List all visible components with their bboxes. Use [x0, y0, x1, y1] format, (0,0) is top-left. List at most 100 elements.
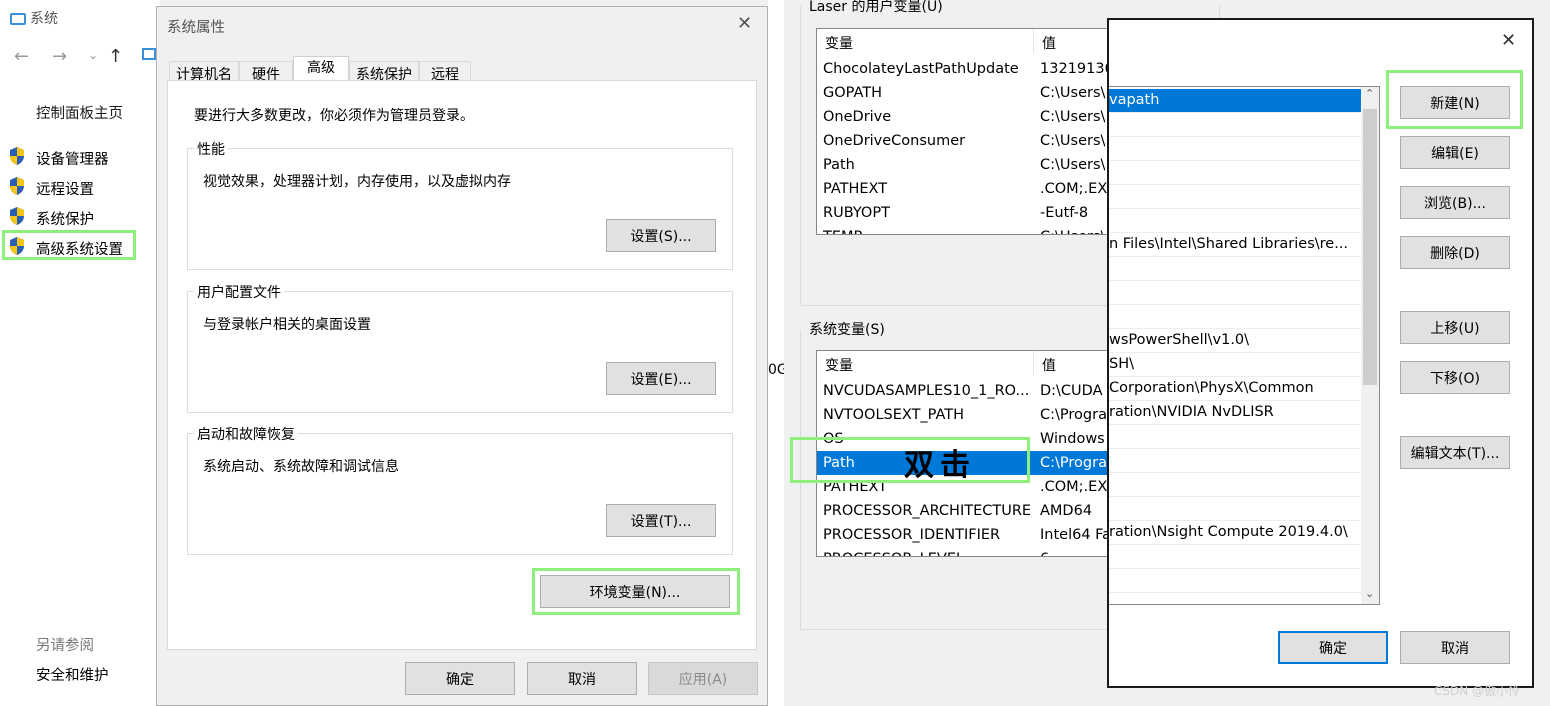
- profiles-settings-button[interactable]: 设置(E)...: [606, 362, 716, 395]
- variable-name: NVTOOLSEXT_PATH: [823, 407, 965, 423]
- edit-button[interactable]: 编辑(E): [1400, 136, 1510, 169]
- sidebar-item-label: 远程设置: [36, 182, 94, 198]
- user-profiles-desc: 与登录帐户相关的桌面设置: [203, 317, 371, 333]
- control-panel-home-link[interactable]: 控制面板主页: [36, 102, 123, 123]
- delete-button[interactable]: 删除(D): [1400, 236, 1510, 269]
- variable-value: C:\Users\: [1040, 109, 1106, 125]
- ok-button[interactable]: 确定: [1278, 631, 1388, 664]
- performance-settings-button[interactable]: 设置(S)...: [606, 219, 716, 252]
- list-item[interactable]: [1109, 497, 1361, 521]
- list-item[interactable]: [1109, 281, 1361, 305]
- variable-value: C:\Progra: [1040, 407, 1107, 423]
- list-item[interactable]: [1109, 473, 1361, 497]
- sidebar-item-remote-settings[interactable]: 远程设置: [8, 176, 94, 198]
- variable-value: 13219130: [1040, 61, 1114, 77]
- list-item[interactable]: [1109, 257, 1361, 281]
- col-name: 变量: [825, 36, 853, 52]
- path-entry-text: wsPowerShell\v1.0\: [1109, 332, 1250, 348]
- variable-value: C:\Users\: [1040, 133, 1106, 149]
- variable-name: PROCESSOR_LEVEL: [823, 547, 964, 556]
- move-up-button[interactable]: 上移(U): [1400, 311, 1510, 344]
- edit-text-button[interactable]: 编辑文本(T)...: [1400, 436, 1510, 469]
- background-strip: [1534, 0, 1550, 706]
- list-item[interactable]: n Files\Intel\Shared Libraries\re...: [1109, 233, 1361, 257]
- nav-bar: ← → ⌄ ↑: [10, 46, 160, 70]
- ok-button[interactable]: 确定: [405, 662, 515, 695]
- list-item[interactable]: ration\Nsight Compute 2019.4.0\: [1109, 521, 1361, 545]
- variable-value: C:\Users\: [1040, 225, 1105, 234]
- path-entry-text: n Files\Intel\Shared Libraries\re...: [1109, 236, 1349, 252]
- edit-path-dialog: ✕ vapath n Files\Intel\Shared Libraries\r…: [1107, 18, 1534, 688]
- variable-value: -Eutf-8: [1040, 205, 1089, 221]
- sidebar-item-system-protection[interactable]: 系统保护: [8, 206, 94, 228]
- highlight-new-button: [1386, 70, 1523, 129]
- path-entries-list[interactable]: vapath n Files\Intel\Shared Libraries\re.…: [1109, 86, 1380, 605]
- variable-name: GOPATH: [823, 85, 883, 101]
- variable-value: .COM;.EX: [1040, 181, 1108, 197]
- back-arrow-icon[interactable]: ←: [14, 46, 29, 67]
- background-strip: 0G: [768, 0, 788, 706]
- system-vars-heading: 系统变量(S): [809, 322, 885, 338]
- list-item[interactable]: ration\NVIDIA NvDLISR: [1109, 401, 1361, 425]
- chevron-down-icon[interactable]: ⌄: [88, 48, 98, 62]
- variable-name: PROCESSOR_ARCHITECTURE: [823, 503, 1032, 519]
- computer-icon: [142, 48, 156, 60]
- performance-title: 性能: [194, 139, 228, 159]
- list-item[interactable]: [1109, 209, 1361, 233]
- browse-button[interactable]: 浏览(B)...: [1400, 186, 1510, 219]
- shield-icon: [10, 177, 24, 195]
- list-item[interactable]: wsPowerShell\v1.0\: [1109, 329, 1361, 353]
- list-item[interactable]: [1109, 545, 1361, 569]
- list-item[interactable]: Corporation\PhysX\Common: [1109, 377, 1361, 401]
- col-value: 值: [1042, 358, 1056, 374]
- variable-value: .COM;.EX: [1040, 479, 1108, 495]
- variable-name: NVCUDASAMPLES10_1_RO...: [823, 383, 1030, 399]
- list-item[interactable]: vapath: [1109, 89, 1361, 113]
- variable-value: C:\Users\: [1040, 157, 1106, 173]
- list-item[interactable]: [1109, 569, 1361, 593]
- variable-value: 6: [1040, 547, 1049, 556]
- variable-name: ChocolateyLastPathUpdate: [823, 61, 1019, 77]
- highlight-environment-variables: [532, 568, 740, 615]
- forward-arrow-icon[interactable]: →: [52, 46, 67, 67]
- close-icon[interactable]: ✕: [1501, 30, 1516, 51]
- system-properties-dialog: 系统属性 ✕ 计算机名 硬件 高级 系统保护 远程 要进行大多数更改，你必须作为…: [156, 6, 768, 706]
- variable-value: D:\CUDA: [1040, 383, 1103, 399]
- system-title: 系统: [30, 11, 58, 27]
- scroll-up-arrow-icon[interactable]: ⌃: [1365, 87, 1374, 100]
- cancel-button[interactable]: 取消: [527, 662, 637, 695]
- scroll-down-arrow-icon[interactable]: ⌄: [1365, 587, 1374, 600]
- shield-icon: [10, 207, 24, 225]
- close-icon[interactable]: ✕: [737, 13, 752, 34]
- startup-settings-button[interactable]: 设置(T)...: [606, 504, 716, 537]
- list-item[interactable]: [1109, 305, 1361, 329]
- variable-value: Intel64 Fa: [1040, 527, 1112, 543]
- list-item[interactable]: [1109, 137, 1361, 161]
- move-down-button[interactable]: 下移(O): [1400, 361, 1510, 394]
- scroll-thumb[interactable]: [1363, 109, 1377, 385]
- up-arrow-icon[interactable]: ↑: [108, 46, 123, 67]
- computer-icon: [10, 13, 26, 25]
- dialog-title: 系统属性: [167, 20, 225, 36]
- startup-recovery-desc: 系统启动、系统故障和调试信息: [203, 459, 399, 475]
- scrollbar[interactable]: ⌃ ⌄: [1361, 87, 1379, 604]
- list-item[interactable]: [1109, 113, 1361, 137]
- performance-group: 性能 视觉效果，处理器计划，内存使用，以及虚拟内存 设置(S)...: [187, 139, 733, 270]
- col-name: 变量: [825, 358, 853, 374]
- variable-name: OneDrive: [823, 109, 892, 125]
- shield-icon: [10, 147, 24, 165]
- startup-recovery-title: 启动和故障恢复: [194, 424, 298, 444]
- list-item[interactable]: [1109, 161, 1361, 185]
- list-item[interactable]: [1109, 449, 1361, 473]
- double-click-annotation: 双击: [904, 448, 976, 483]
- list-item[interactable]: [1109, 185, 1361, 209]
- path-entry-text: ration\NVIDIA NvDLISR: [1109, 404, 1274, 420]
- sidebar-item-device-manager[interactable]: 设备管理器: [8, 146, 109, 168]
- security-maintenance-link[interactable]: 安全和维护: [36, 664, 109, 685]
- list-item[interactable]: [1109, 425, 1361, 449]
- list-item[interactable]: SH\: [1109, 353, 1361, 377]
- path-entry-text: ration\Nsight Compute 2019.4.0\: [1109, 524, 1348, 540]
- user-profiles-title: 用户配置文件: [194, 282, 284, 302]
- cancel-button[interactable]: 取消: [1400, 631, 1510, 664]
- startup-recovery-group: 启动和故障恢复 系统启动、系统故障和调试信息 设置(T)...: [187, 424, 733, 555]
